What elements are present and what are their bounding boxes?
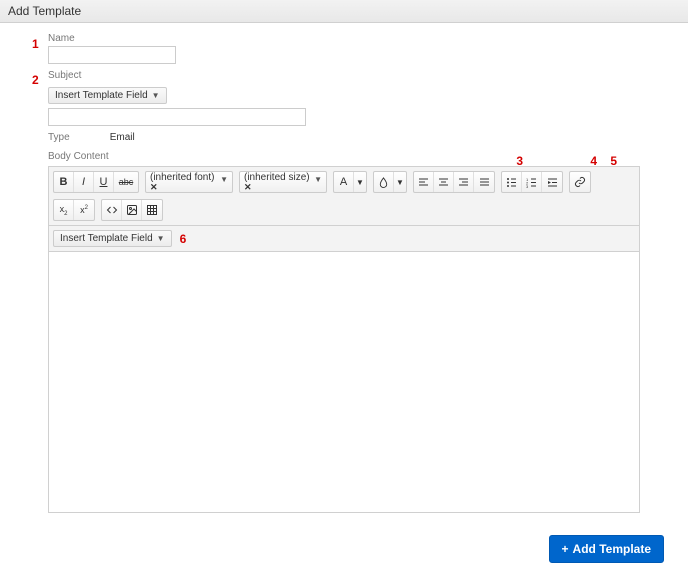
align-group <box>413 171 495 193</box>
subject-label: Subject <box>48 70 640 81</box>
align-justify-icon <box>479 177 490 188</box>
caret-down-icon: ▼ <box>314 175 322 184</box>
annotation-2: 2 <box>32 73 39 87</box>
highlight-caret[interactable]: ▼ <box>394 172 406 192</box>
align-justify-button[interactable] <box>474 172 494 192</box>
font-color-button[interactable]: A <box>334 172 354 192</box>
bold-button[interactable]: B <box>54 172 74 192</box>
subscript-button[interactable]: x2 <box>54 200 74 220</box>
link-group <box>569 171 591 193</box>
type-row: Type Email <box>48 132 640 143</box>
caret-down-icon: ▼ <box>220 175 228 184</box>
underline-button[interactable]: U <box>94 172 114 192</box>
bullet-list-icon <box>506 177 517 188</box>
align-left-icon <box>418 177 429 188</box>
font-family-dropdown[interactable]: (inherited font) ✕ ▼ <box>145 171 233 193</box>
footer: + Add Template <box>0 523 688 575</box>
font-size-value: (inherited size) <box>244 173 310 183</box>
name-label: Name <box>48 33 640 44</box>
font-size-dropdown[interactable]: (inherited size) ✕ ▼ <box>239 171 327 193</box>
annotation-1: 1 <box>32 37 39 51</box>
editor-content-area[interactable] <box>49 252 639 512</box>
superscript-button[interactable]: x2 <box>74 200 94 220</box>
highlight-group: ▼ <box>373 171 407 193</box>
caret-down-icon: ▼ <box>396 178 404 187</box>
annotation-5: 5 <box>610 154 617 168</box>
script-group: x2 x2 <box>53 199 95 221</box>
superscript-glyph: x2 <box>80 205 88 215</box>
align-center-button[interactable] <box>434 172 454 192</box>
table-icon <box>146 204 158 216</box>
type-value: Email <box>110 132 135 143</box>
editor-toolbar-row2: Insert Template Field ▼ 6 <box>49 226 639 252</box>
link-icon <box>574 176 586 188</box>
image-button[interactable] <box>122 200 142 220</box>
insert-template-field-subject-button[interactable]: Insert Template Field ▼ <box>48 87 167 104</box>
font-color-caret[interactable]: ▼ <box>354 172 366 192</box>
annotation-4: 4 <box>590 154 597 168</box>
caret-down-icon: ▼ <box>356 178 364 187</box>
type-label: Type <box>48 132 70 143</box>
indent-button[interactable] <box>542 172 562 192</box>
svg-text:3: 3 <box>526 184 529 188</box>
insert-template-field-body-label: Insert Template Field <box>60 233 153 244</box>
highlight-button[interactable] <box>374 172 394 192</box>
table-button[interactable] <box>142 200 162 220</box>
font-color-group: A ▼ <box>333 171 367 193</box>
bullet-list-button[interactable] <box>502 172 522 192</box>
strikethrough-button[interactable]: abc <box>114 172 138 192</box>
caret-down-icon: ▼ <box>157 234 165 243</box>
insert-group <box>101 199 163 221</box>
add-template-button-label: Add Template <box>573 542 651 556</box>
name-field-row: Name <box>48 33 640 64</box>
insert-template-field-label: Insert Template Field <box>55 90 148 101</box>
form-area: 1 Name 2 Subject Insert Template Field ▼… <box>0 23 688 523</box>
subscript-glyph: x2 <box>60 204 68 217</box>
align-right-icon <box>458 177 469 188</box>
code-view-button[interactable] <box>102 200 122 220</box>
add-template-button[interactable]: + Add Template <box>549 535 664 563</box>
annotation-6: 6 <box>180 232 187 246</box>
list-group: 123 <box>501 171 563 193</box>
insert-template-field-body-button[interactable]: Insert Template Field ▼ <box>53 230 172 247</box>
strike-glyph: abc <box>119 177 134 187</box>
bold-glyph: B <box>60 176 68 188</box>
caret-down-icon: ▼ <box>152 91 160 100</box>
numbered-list-button[interactable]: 123 <box>522 172 542 192</box>
align-center-icon <box>438 177 449 188</box>
droplet-icon <box>378 177 389 188</box>
plus-icon: + <box>562 542 569 556</box>
text-style-group: B I U abc <box>53 171 139 193</box>
underline-glyph: U <box>100 176 108 188</box>
svg-text:1: 1 <box>526 177 529 182</box>
numbered-list-icon: 123 <box>526 177 537 188</box>
align-left-button[interactable] <box>414 172 434 192</box>
clear-font-family-icon: ✕ <box>150 183 214 192</box>
image-icon <box>126 204 138 216</box>
link-button[interactable] <box>570 172 590 192</box>
body-content-label: Body Content <box>48 151 640 162</box>
italic-button[interactable]: I <box>74 172 94 192</box>
annotation-3: 3 <box>516 154 523 168</box>
align-right-button[interactable] <box>454 172 474 192</box>
subject-field-row: Subject Insert Template Field ▼ <box>48 70 640 126</box>
font-color-glyph: A <box>340 176 347 188</box>
italic-glyph: I <box>82 176 85 188</box>
clear-font-size-icon: ✕ <box>244 183 310 192</box>
subject-input[interactable] <box>48 108 306 126</box>
font-family-value: (inherited font) <box>150 173 214 183</box>
indent-icon <box>547 177 558 188</box>
window-header: Add Template <box>0 0 688 23</box>
name-input[interactable] <box>48 46 176 64</box>
svg-text:2: 2 <box>526 180 529 185</box>
editor-toolbar: B I U abc (inherited font) ✕ ▼ (inherite… <box>49 167 639 226</box>
rich-text-editor: 3 4 5 B I U abc (inherited font) ✕ ▼ (in… <box>48 166 640 513</box>
window-title: Add Template <box>8 4 81 18</box>
code-icon <box>106 204 118 216</box>
